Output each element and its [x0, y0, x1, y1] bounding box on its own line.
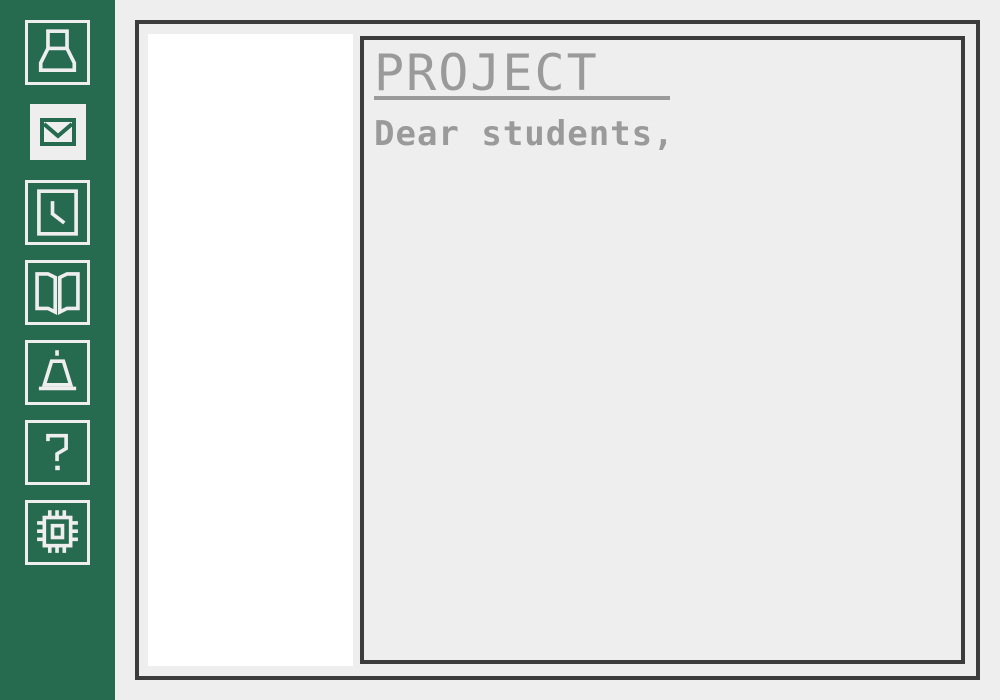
sidebar: [0, 0, 115, 700]
book-button[interactable]: [25, 260, 90, 325]
help-button[interactable]: [25, 420, 90, 485]
title-underline: [374, 96, 670, 100]
mail-icon: [40, 118, 76, 146]
book-icon: [35, 272, 80, 315]
document-body: Dear students,: [374, 114, 675, 154]
user-icon: [38, 29, 77, 73]
bell-icon: [38, 350, 77, 391]
document-view[interactable]: PROJECT Dear students,: [360, 36, 965, 664]
mail-button[interactable]: [30, 104, 86, 160]
contacts-button[interactable]: [25, 20, 90, 85]
clock-icon: [37, 189, 78, 236]
help-icon: [46, 433, 68, 471]
notifications-button[interactable]: [25, 340, 90, 405]
settings-button[interactable]: [25, 500, 90, 565]
document-title: PROJECT: [374, 44, 599, 102]
chip-icon: [37, 510, 78, 553]
clock-button[interactable]: [25, 180, 90, 245]
message-list-pane[interactable]: [148, 34, 353, 666]
